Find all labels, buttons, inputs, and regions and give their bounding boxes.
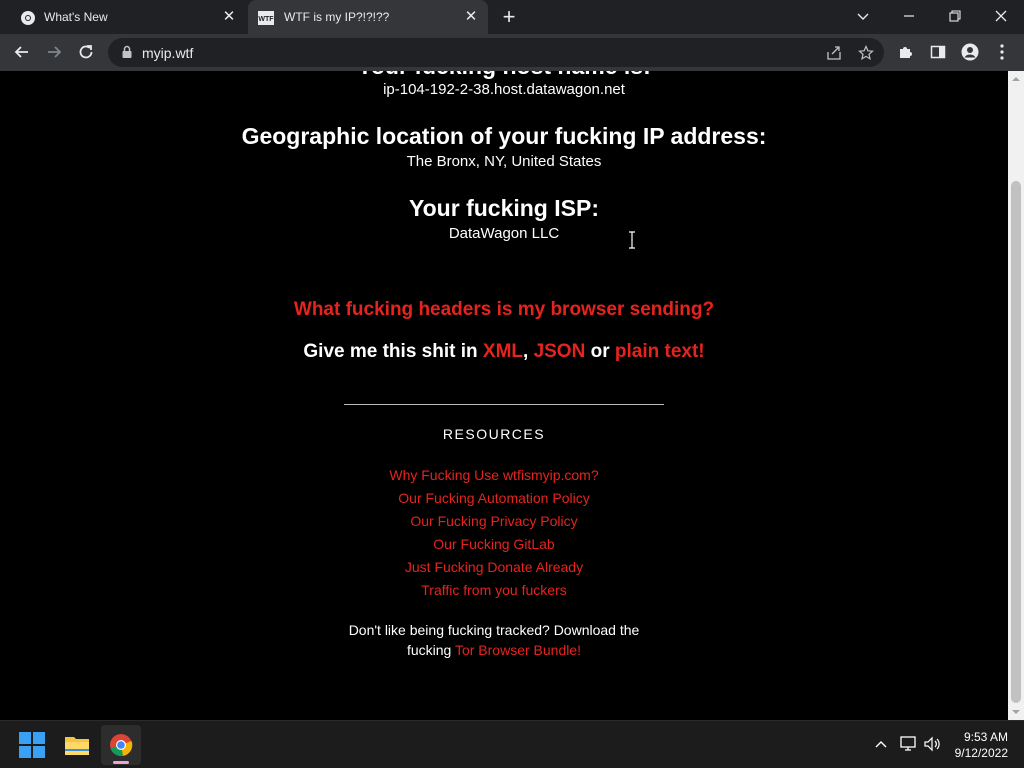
geo-value: The Bronx, NY, United States xyxy=(406,153,602,170)
resource-link-automation[interactable]: Our Fucking Automation Policy xyxy=(0,490,998,506)
clock-date: 9/12/2022 xyxy=(954,746,1008,760)
hostname-heading: Your fucking host name is: xyxy=(0,71,1008,80)
clock-time: 9:53 AM xyxy=(963,730,1008,744)
isp-value: DataWagon LLC xyxy=(448,225,560,242)
formats-sep1: , xyxy=(523,341,534,362)
resource-link-traffic[interactable]: Traffic from you fuckers xyxy=(0,582,998,598)
back-arrow-icon[interactable] xyxy=(10,40,34,64)
geo-heading: Geographic location of your fucking IP a… xyxy=(241,123,767,149)
resources-title: RESOURCES xyxy=(442,426,546,442)
tor-note-line1: Don't like being fucking tracked? Downlo… xyxy=(348,622,640,638)
isp-heading: Your fucking ISP: xyxy=(409,195,599,221)
tab-whats-new[interactable]: What's New ✕ xyxy=(0,0,246,34)
forward-arrow-icon[interactable] xyxy=(42,40,66,64)
divider xyxy=(344,404,664,405)
resource-link-gitlab[interactable]: Our Fucking GitLab xyxy=(0,536,998,552)
file-explorer-button[interactable] xyxy=(57,725,97,765)
minimize-icon[interactable] xyxy=(886,0,932,34)
close-tab-icon[interactable]: ✕ xyxy=(220,8,238,26)
extensions-puzzle-icon[interactable] xyxy=(894,40,918,64)
xml-link[interactable]: XML xyxy=(483,341,523,362)
close-window-icon[interactable] xyxy=(978,0,1024,34)
taskbar-clock[interactable]: 9:53 AM 9/12/2022 xyxy=(955,729,1008,761)
tray-overflow-chevron-icon[interactable] xyxy=(870,733,892,755)
reload-icon[interactable] xyxy=(74,40,98,64)
browser-toolbar: myip.wtf xyxy=(0,34,1024,71)
tab-title: What's New xyxy=(44,10,108,24)
network-icon[interactable] xyxy=(897,733,919,755)
tor-note-line2: fucking Tor Browser Bundle! xyxy=(0,640,998,660)
share-icon[interactable] xyxy=(824,43,844,63)
menu-kebab-icon[interactable] xyxy=(990,40,1014,64)
restore-icon[interactable] xyxy=(932,0,978,34)
new-tab-icon[interactable]: + xyxy=(498,6,520,28)
close-tab-icon[interactable]: ✕ xyxy=(462,8,480,26)
chrome-icon xyxy=(21,11,35,25)
scroll-down-arrow-icon[interactable] xyxy=(1012,708,1020,716)
windows-taskbar: 9:53 AM 9/12/2022 xyxy=(0,720,1024,768)
windows-logo-icon xyxy=(19,732,45,758)
tab-title: WTF is my IP?!?!?? xyxy=(284,10,390,24)
resource-link-donate[interactable]: Just Fucking Donate Already xyxy=(0,559,998,575)
tor-note: Don't like being fucking tracked? Downlo… xyxy=(0,620,998,660)
svg-text:WTF: WTF xyxy=(258,16,274,23)
headers-link[interactable]: What fucking headers is my browser sendi… xyxy=(0,299,1008,321)
hostname-value: ip-104-192-2-38.host.datawagon.net xyxy=(383,81,625,98)
tor-browser-link[interactable]: Tor Browser Bundle! xyxy=(455,642,581,658)
plain-text-link[interactable]: plain text! xyxy=(615,341,705,362)
wtf-favicon-icon: WTF xyxy=(258,11,274,25)
page-scrollbar[interactable] xyxy=(1008,71,1024,720)
chrome-taskbar-button[interactable] xyxy=(101,725,141,765)
formats-prefix: Give me this shit in xyxy=(303,341,483,362)
address-bar[interactable]: myip.wtf xyxy=(108,38,884,67)
profile-avatar-icon[interactable] xyxy=(958,40,982,64)
url-text[interactable]: myip.wtf xyxy=(142,45,193,61)
resource-link-why[interactable]: Why Fucking Use wtfismyip.com? xyxy=(0,467,998,483)
chrome-icon xyxy=(110,734,133,757)
page-viewport: Your fucking host name is: ip-104-192-2-… xyxy=(0,71,1008,720)
text-cursor-icon xyxy=(629,231,635,249)
tab-strip: What's New ✕ WTF WTF is my IP?!?!?? ✕ + xyxy=(0,0,1024,34)
folder-icon xyxy=(65,737,89,755)
volume-icon[interactable] xyxy=(921,733,943,755)
scroll-up-arrow-icon[interactable] xyxy=(1012,75,1020,83)
tor-note-prefix: fucking xyxy=(406,642,455,658)
active-app-indicator xyxy=(113,761,129,764)
bookmark-star-icon[interactable] xyxy=(856,43,876,63)
tab-search-chevron-icon[interactable] xyxy=(840,0,886,34)
formats-line: Give me this shit in XML, JSON or plain … xyxy=(0,341,1008,363)
json-link[interactable]: JSON xyxy=(534,341,586,362)
scrollbar-thumb[interactable] xyxy=(1011,181,1021,703)
tab-wtf-is-my-ip[interactable]: WTF WTF is my IP?!?!?? ✕ xyxy=(248,0,488,34)
start-button[interactable] xyxy=(12,725,52,765)
resource-link-privacy[interactable]: Our Fucking Privacy Policy xyxy=(0,513,998,529)
formats-sep2: or xyxy=(585,341,615,362)
side-panel-icon[interactable] xyxy=(926,40,950,64)
lock-icon[interactable] xyxy=(120,45,134,59)
